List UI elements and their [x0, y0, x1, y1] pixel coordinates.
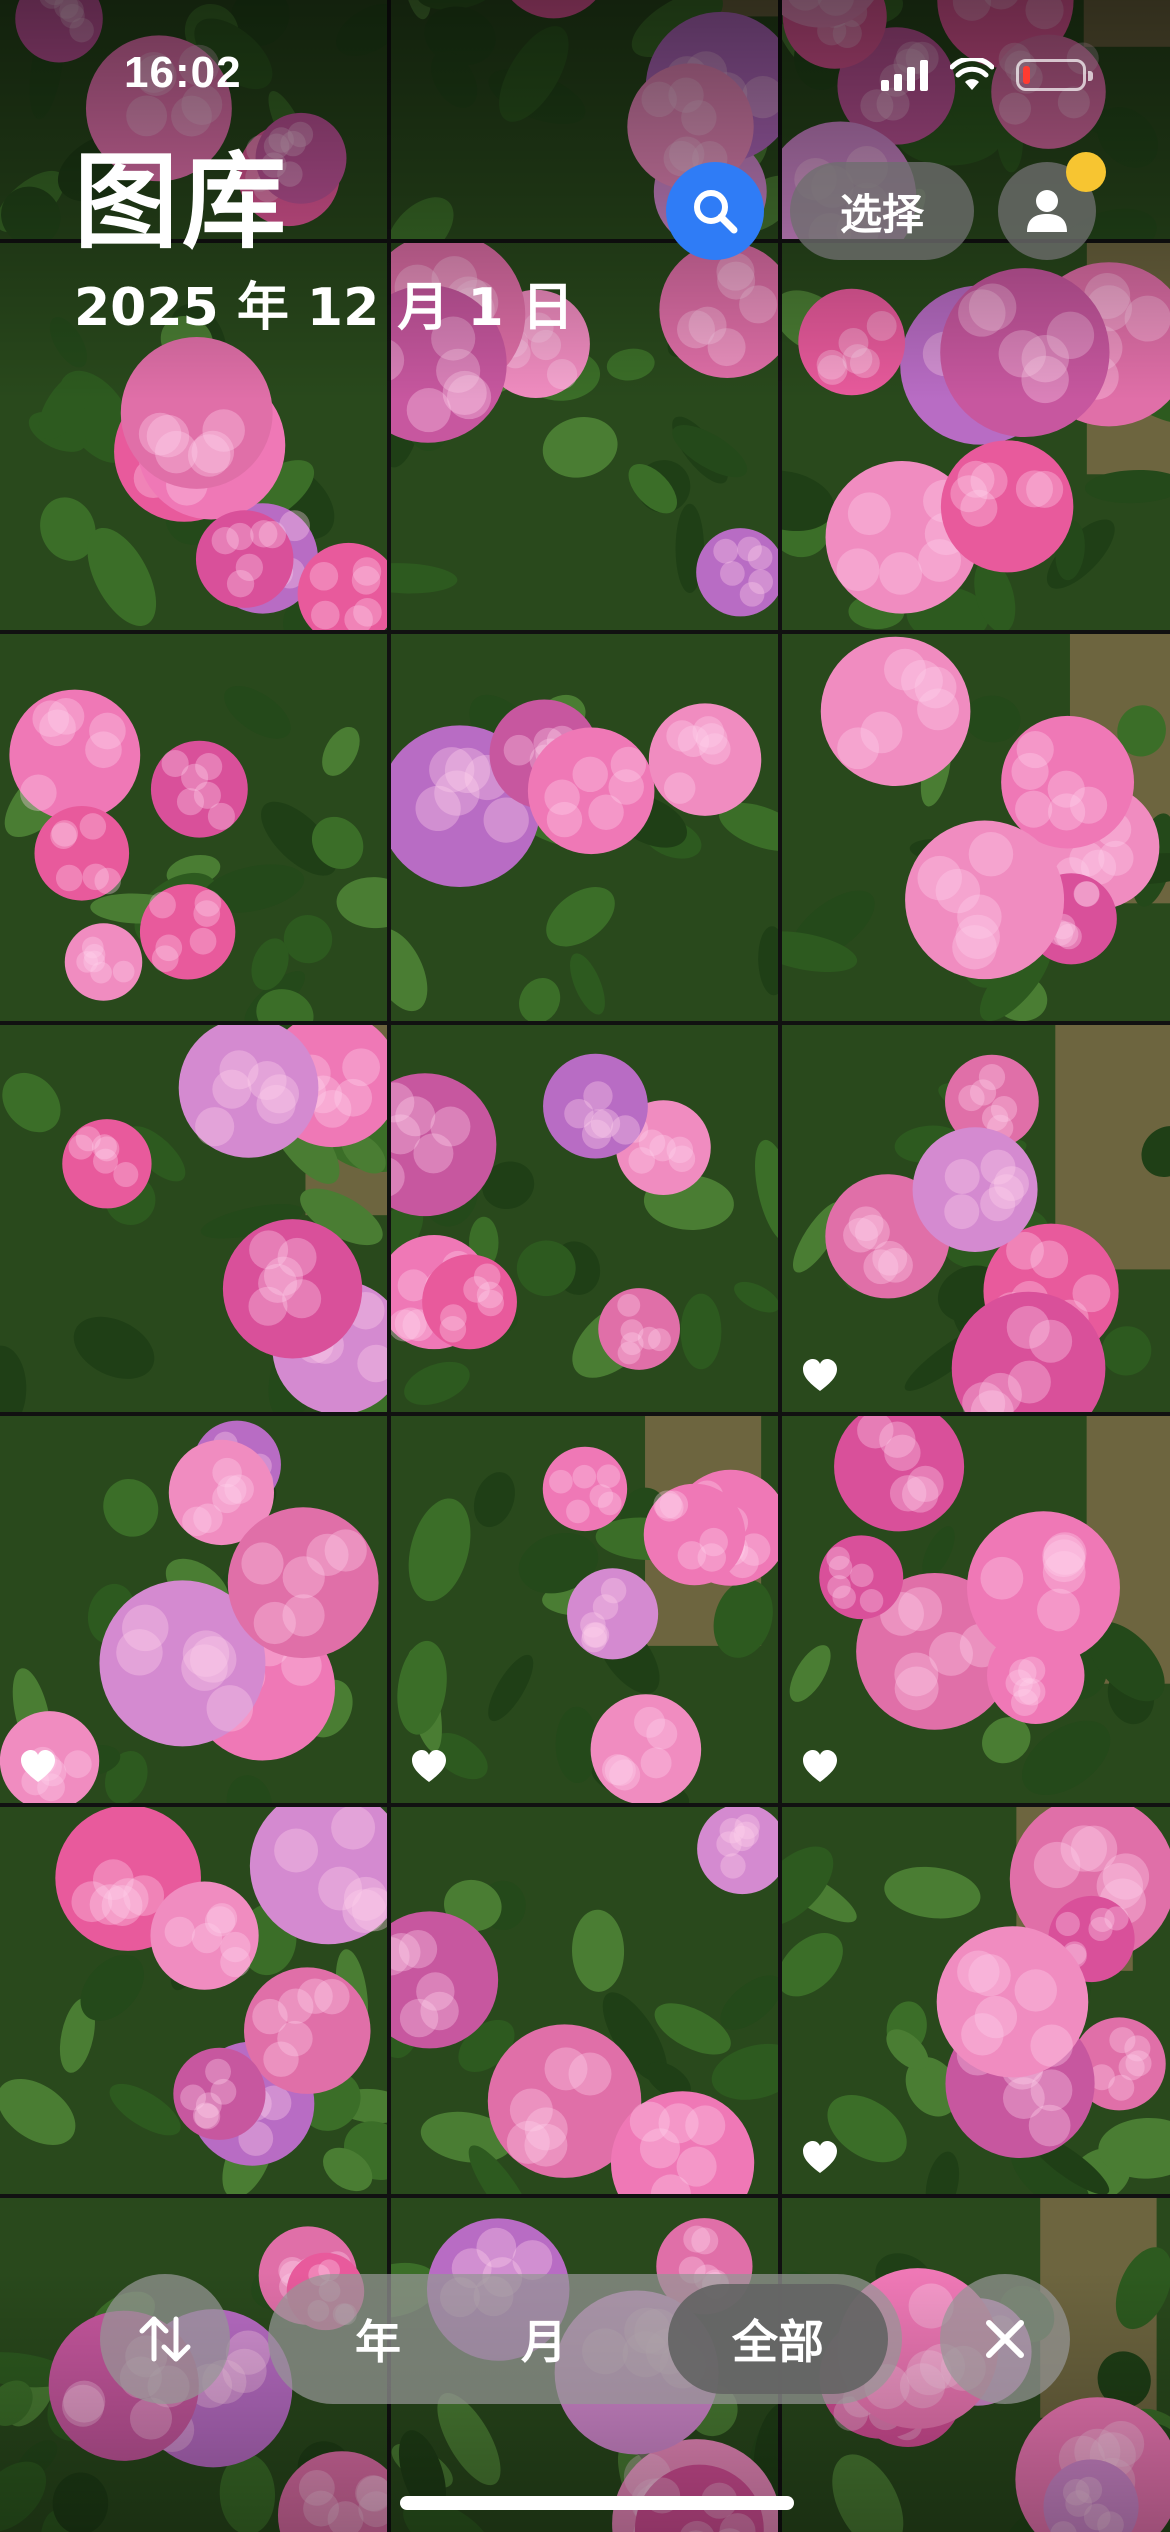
home-indicator[interactable] [400, 2496, 794, 2510]
photo-image [782, 634, 1170, 1021]
photo-image [0, 1416, 387, 1803]
photo-image [391, 634, 778, 1021]
photo-thumbnail[interactable] [0, 634, 387, 1021]
select-button[interactable]: 选择 [790, 162, 974, 260]
photo-thumbnail[interactable] [782, 1416, 1170, 1803]
wifi-icon [950, 58, 994, 90]
photo-image [391, 1807, 778, 2194]
favorite-heart-icon [18, 1747, 58, 1787]
search-icon [694, 190, 738, 234]
cellular-signal-icon [881, 59, 928, 91]
battery-level [1023, 66, 1030, 84]
photo-image [391, 1025, 778, 1412]
person-icon [1027, 190, 1067, 232]
photos-app-screen: 16:02 图库 2025 年 12 月 1 日 选择 年 月 全部 [0, 0, 1170, 2532]
photo-thumbnail[interactable] [0, 1807, 387, 2194]
date-label: 2025 年 12 月 1 日 [74, 278, 574, 338]
photo-thumbnail[interactable] [391, 634, 778, 1021]
favorite-heart-icon [800, 1747, 840, 1787]
close-button[interactable] [940, 2274, 1070, 2404]
page-title: 图库 [74, 141, 291, 263]
status-icons [881, 58, 1093, 92]
battery-icon [1016, 59, 1093, 91]
photo-image [0, 1807, 387, 2194]
photo-image [0, 634, 387, 1021]
sort-button[interactable] [100, 2274, 230, 2404]
photo-thumbnail[interactable] [782, 1807, 1170, 2194]
photo-thumbnail[interactable] [0, 1025, 387, 1412]
view-segmented-control: 年 月 全部 [268, 2274, 902, 2404]
notification-badge [1066, 152, 1106, 192]
photo-image [0, 1025, 387, 1412]
photo-image [782, 1025, 1170, 1412]
favorite-heart-icon [800, 1356, 840, 1396]
photo-thumbnail[interactable] [391, 1416, 778, 1803]
photo-image [391, 1416, 778, 1803]
close-icon [986, 2320, 1024, 2358]
favorite-heart-icon [800, 2138, 840, 2178]
photo-image [782, 1807, 1170, 2194]
photo-image [782, 243, 1170, 630]
search-button[interactable] [666, 162, 764, 260]
segment-month[interactable]: 月 [474, 2274, 614, 2404]
photo-image [782, 1416, 1170, 1803]
favorite-heart-icon [409, 1747, 449, 1787]
photo-thumbnail[interactable] [391, 1025, 778, 1412]
sort-arrows-icon [139, 2316, 191, 2362]
segment-all[interactable]: 全部 [668, 2284, 888, 2394]
status-time: 16:02 [124, 48, 242, 97]
photo-thumbnail[interactable] [782, 634, 1170, 1021]
photo-thumbnail[interactable] [0, 1416, 387, 1803]
photo-thumbnail[interactable] [782, 1025, 1170, 1412]
photo-thumbnail[interactable] [782, 243, 1170, 630]
photo-thumbnail[interactable] [391, 1807, 778, 2194]
segment-year[interactable]: 年 [308, 2274, 448, 2404]
photo-grid[interactable] [0, 0, 1170, 2532]
